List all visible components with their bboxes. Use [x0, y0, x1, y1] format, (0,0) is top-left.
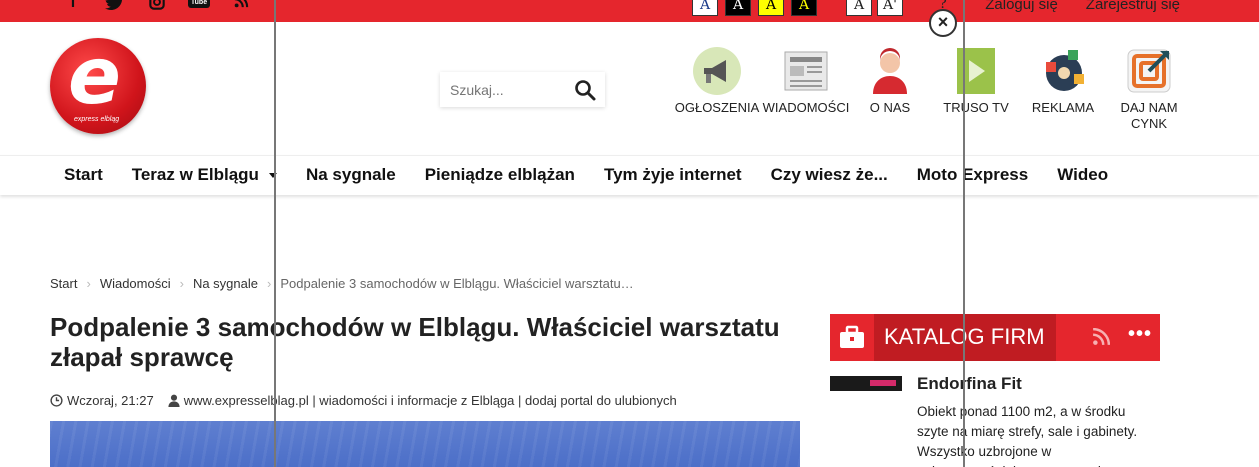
instagram-icon[interactable]: [146, 0, 168, 12]
nav-icon-label: OGŁOSZENIA: [674, 100, 760, 115]
firm-description: Obiekt ponad 1100 m2, a w środku szyte n…: [917, 404, 1138, 467]
twitter-icon[interactable]: [104, 0, 126, 12]
clock-icon: [50, 394, 63, 407]
chevron-right-icon: ›: [86, 276, 91, 291]
megaphone-icon: [693, 47, 741, 95]
more-options-icon[interactable]: •••: [1128, 323, 1152, 346]
contrast-default-button[interactable]: A: [692, 0, 718, 16]
rss-icon[interactable]: [230, 0, 252, 12]
nav-icon-label: O NAS: [869, 100, 911, 115]
close-icon[interactable]: ×: [929, 9, 957, 37]
nav-start[interactable]: Start: [64, 165, 103, 185]
newspaper-icon: [784, 51, 828, 91]
breadcrumb-item[interactable]: Start: [50, 276, 77, 291]
font-large-button[interactable]: A': [877, 0, 903, 16]
svg-text:Tube: Tube: [191, 0, 207, 6]
breadcrumb: Start › Wiadomości › Na sygnale › Podpal…: [50, 276, 634, 291]
breadcrumb-item[interactable]: Wiadomości: [100, 276, 171, 291]
contrast-yellow-button[interactable]: A: [758, 0, 784, 16]
contrast-black-yellow-button[interactable]: A: [791, 0, 817, 16]
facebook-icon[interactable]: f: [62, 0, 84, 12]
article-date: Wczoraj, 21:27: [50, 393, 154, 408]
nav-czy-wiesz-ze[interactable]: Czy wiesz że...: [771, 165, 888, 185]
firm-thumbnail[interactable]: [830, 376, 902, 391]
login-link[interactable]: Zaloguj się: [985, 0, 1058, 13]
font-normal-button[interactable]: A: [846, 0, 872, 16]
youtube-icon[interactable]: Tube: [188, 0, 210, 12]
article-author-text[interactable]: www.expresselblag.pl | wiadomości i info…: [184, 393, 677, 408]
contrast-buttons: A A A A: [692, 0, 817, 16]
briefcase-icon: [840, 325, 864, 348]
user-icon: [168, 394, 180, 407]
play-icon: [957, 48, 995, 94]
article-author: www.expresselblag.pl | wiadomości i info…: [168, 393, 677, 408]
nav-icon-o-nas[interactable]: O NAS: [845, 46, 935, 116]
main-nav: Start Teraz w Elblągu Na sygnale Pieniąd…: [0, 155, 1259, 195]
rss-icon[interactable]: [1092, 328, 1110, 346]
nav-icon-truso-tv[interactable]: TRUSO TV: [931, 46, 1021, 116]
nav-wideo[interactable]: Wideo: [1057, 165, 1108, 185]
breadcrumb-current: Podpalenie 3 samochodów w Elblągu. Właśc…: [280, 276, 634, 291]
nav-icon-label: REKLAMA: [1031, 100, 1095, 115]
nav-na-sygnale[interactable]: Na sygnale: [306, 165, 396, 185]
katalog-firm-header: KATALOG FIRM •••: [830, 314, 1160, 361]
nav-pieniadze-elblazan[interactable]: Pieniądze elblążan: [425, 165, 575, 185]
firm-name[interactable]: Endorfina Fit: [917, 374, 1022, 394]
nav-icon-reklama[interactable]: REKLAMA: [1018, 46, 1108, 116]
nav-icon-daj-nam-cynk[interactable]: DAJ NAM CYNK: [1104, 46, 1194, 132]
article-title: Podpalenie 3 samochodów w Elblągu. Właśc…: [50, 312, 780, 372]
contrast-dark-button[interactable]: A: [725, 0, 751, 16]
breadcrumb-item[interactable]: Na sygnale: [193, 276, 258, 291]
article-meta: Wczoraj, 21:27 www.expresselblag.pl | wi…: [50, 393, 677, 408]
chevron-right-icon: ›: [267, 276, 272, 291]
auth-links: Zaloguj się Zarejestruj się: [985, 0, 1180, 13]
puzzle-icon: [1046, 50, 1084, 91]
nav-icon-ogloszenia[interactable]: OGŁOSZENIA: [672, 46, 762, 116]
nav-icon-wiadomosci[interactable]: WIADOMOŚCI: [761, 46, 851, 116]
nav-icon-label: WIADOMOŚCI: [762, 100, 850, 115]
social-links: f Tube: [62, 0, 252, 12]
nav-icon-label: TRUSO TV: [943, 100, 1009, 115]
article-hero-image: [50, 421, 800, 467]
nav-moto-express[interactable]: Moto Express: [917, 165, 1028, 185]
nav-icons: OGŁOSZENIA WIADOMOŚCI O NAS TRUSO TV REK…: [0, 46, 1259, 146]
nav-icon-label: DAJ NAM CYNK: [1120, 100, 1178, 131]
caret-down-icon: [268, 173, 277, 179]
katalog-firm-title[interactable]: KATALOG FIRM: [874, 314, 1056, 361]
article-date-text: Wczoraj, 21:27: [67, 393, 154, 408]
chevron-right-icon: ›: [179, 276, 184, 291]
person-icon: [873, 48, 907, 94]
nav-teraz-w-elblagu[interactable]: Teraz w Elblągu: [132, 165, 277, 185]
nav-tym-zyje-internet[interactable]: Tym żyje internet: [604, 165, 742, 185]
target-icon: [1127, 49, 1171, 93]
register-link[interactable]: Zarejestruj się: [1086, 0, 1180, 13]
nav-item-label: Teraz w Elblągu: [131, 165, 259, 184]
